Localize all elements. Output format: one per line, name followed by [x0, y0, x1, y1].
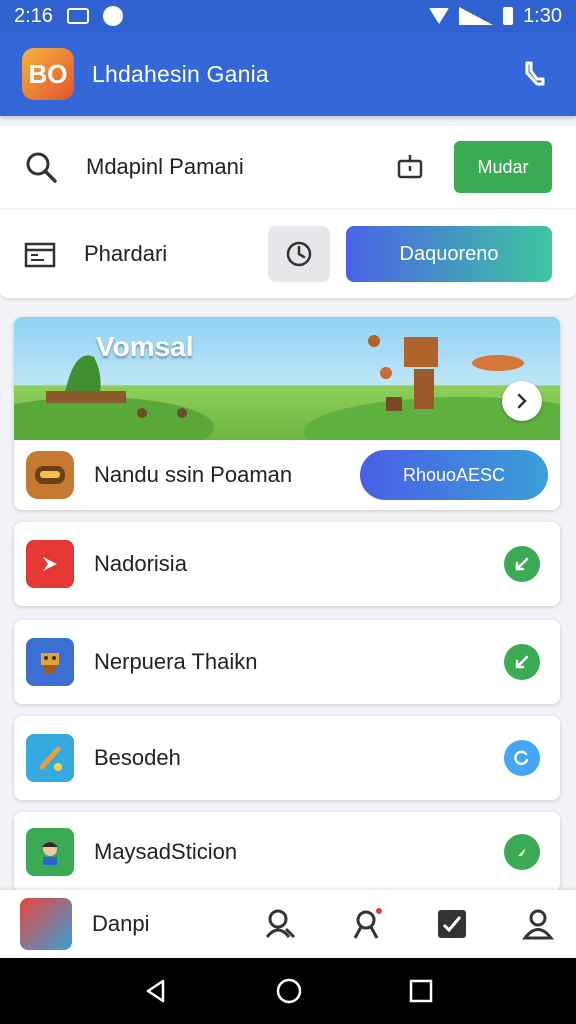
bottom-nav-label: Danpi	[92, 911, 150, 936]
chevron-right-icon	[517, 393, 527, 409]
app-title: Lhdahesin Gania	[92, 60, 269, 87]
profile-search-icon[interactable]	[262, 906, 298, 942]
tv-icon[interactable]	[396, 153, 424, 181]
list-item-label: Nerpuera Thaikn	[94, 649, 258, 674]
phone-icon	[525, 61, 545, 86]
search-card: Mdapinl Pamani Mudar	[0, 126, 576, 208]
next-button[interactable]	[502, 381, 542, 421]
bottom-nav: Danpi	[0, 890, 576, 958]
list-item[interactable]: MaysadSticion	[14, 812, 560, 892]
game-icon	[26, 638, 74, 686]
system-nav-bar	[0, 958, 576, 1024]
recents-icon[interactable]	[409, 979, 433, 1003]
notifications-icon[interactable]	[348, 906, 384, 942]
rhouo-button[interactable]: RhouoAESC	[360, 450, 548, 500]
clock-icon	[286, 241, 312, 267]
list-item[interactable]: Nerpuera Thaikn	[14, 620, 560, 704]
signal-icon	[459, 7, 494, 25]
status-icon[interactable]	[504, 644, 540, 680]
search-icon[interactable]	[24, 150, 58, 184]
phone-button[interactable]	[514, 54, 554, 94]
character-icon	[26, 828, 74, 876]
tool-icon	[26, 734, 74, 782]
action-card: Phardari Daquoreno	[0, 210, 576, 298]
back-icon[interactable]	[143, 978, 169, 1004]
list-item-label: Nadorisia	[94, 551, 187, 576]
status-icon[interactable]	[504, 740, 540, 776]
action-label: Phardari	[84, 241, 168, 266]
status-icon[interactable]	[504, 834, 540, 870]
banner-row: Nandu ssin Poaman RhouoAESC	[14, 440, 560, 510]
status-time: 2:16	[14, 4, 53, 27]
list-item[interactable]: Nadorisia	[14, 522, 560, 606]
search-label: Mdapinl Pamani	[86, 154, 244, 179]
play-icon	[26, 540, 74, 588]
banner-image: Vomsal	[14, 317, 560, 440]
battery-icon	[503, 7, 514, 25]
logo-text: BO	[28, 58, 68, 89]
daquoreno-button[interactable]: Daquoreno	[346, 226, 552, 282]
avatar[interactable]	[20, 898, 72, 950]
helmet-icon	[26, 451, 74, 499]
status-bar: 2:16 1:30	[0, 0, 576, 32]
notification-badge	[374, 906, 384, 916]
notification-icon	[66, 8, 89, 24]
home-icon[interactable]	[275, 977, 303, 1005]
mudar-button[interactable]: Mudar	[454, 141, 552, 193]
list-item[interactable]: Besodeh	[14, 716, 560, 800]
list-item-label: Besodeh	[94, 745, 181, 770]
list-item-label: MaysadSticion	[94, 839, 238, 864]
banner-row-label: Nandu ssin Poaman	[94, 462, 293, 487]
calendar-icon	[24, 242, 56, 268]
featured-banner-card[interactable]: Vomsal Nandu ssin Poaman RhouoAESC	[14, 317, 560, 510]
wifi-icon	[429, 8, 450, 24]
account-icon[interactable]	[520, 906, 556, 942]
clock-button[interactable]	[268, 226, 330, 282]
sync-icon	[102, 6, 123, 26]
app-logo[interactable]: BO	[22, 48, 74, 100]
app-bar: BO Lhdahesin Gania	[0, 32, 576, 116]
status-icon[interactable]	[504, 546, 540, 582]
status-clock: 1:30	[523, 4, 562, 27]
banner-title: Vomsal	[96, 331, 194, 362]
checklist-icon[interactable]	[434, 906, 470, 942]
